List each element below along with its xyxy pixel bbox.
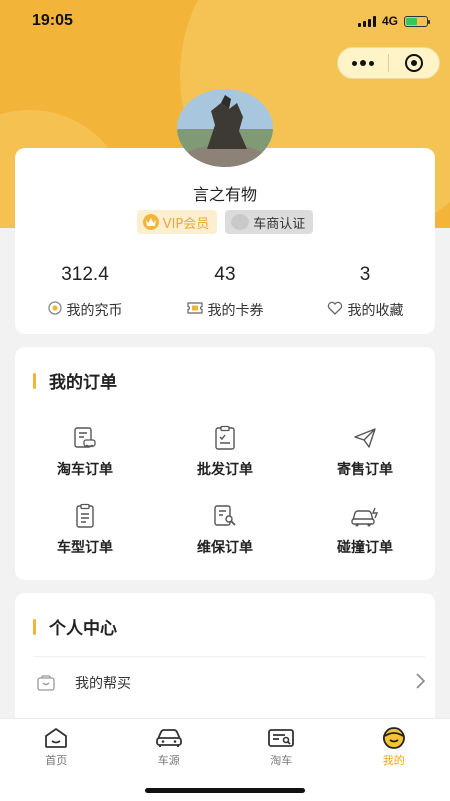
- cart-icon: [33, 675, 75, 691]
- home-icon: [44, 725, 68, 751]
- ticket-icon: [187, 302, 203, 318]
- order-item-label: 寄售订单: [337, 459, 393, 479]
- signal-icon: [358, 16, 376, 27]
- order-item-label: 车型订单: [57, 537, 113, 557]
- vip-badge-label: VIP会员: [163, 213, 210, 232]
- status-time: 19:05: [32, 12, 73, 30]
- tab-find-car[interactable]: 淘车: [225, 725, 338, 775]
- list-item-my-purchase[interactable]: 我的帮买: [33, 656, 425, 709]
- clipboard-icon: [72, 501, 98, 531]
- orders-title: 我的订单: [49, 368, 117, 393]
- order-item-label: 批发订单: [197, 459, 253, 479]
- coupons-value: 43: [155, 264, 295, 288]
- personal-section-title: 个人中心: [33, 614, 117, 639]
- stat-favorites[interactable]: 3 我的收藏: [295, 264, 435, 320]
- tab-label: 车源: [158, 752, 180, 768]
- car-icon: [155, 725, 183, 751]
- bottom-tab-bar: 首页 车源 淘车 我的: [0, 718, 450, 801]
- dealer-badge-label: 车商认证: [253, 213, 305, 232]
- coupons-label: 我的卡券: [208, 300, 264, 320]
- battery-icon: [404, 16, 428, 27]
- vip-badge[interactable]: VIP会员: [137, 210, 218, 234]
- order-item-model[interactable]: 车型订单: [15, 501, 155, 561]
- order-item-label: 碰撞订单: [337, 537, 393, 557]
- order-item-consign[interactable]: 寄售订单: [295, 423, 435, 483]
- search-car-icon: [267, 725, 295, 751]
- dealer-verify-badge[interactable]: 车商认证: [225, 210, 313, 234]
- title-accent-bar: [33, 373, 36, 389]
- close-mini-program-icon[interactable]: [389, 54, 439, 72]
- avatar[interactable]: [177, 89, 273, 167]
- status-bar: 19:05 4G: [0, 0, 450, 44]
- stat-coupons[interactable]: 43 我的卡券: [155, 264, 295, 320]
- order-item-label: 淘车订单: [57, 459, 113, 479]
- maintenance-icon: [212, 501, 238, 531]
- home-indicator: [145, 788, 305, 793]
- order-item-maintenance[interactable]: 维保订单: [155, 501, 295, 561]
- mini-program-capsule: [337, 47, 440, 79]
- favorites-label: 我的收藏: [348, 300, 404, 320]
- heart-icon: [327, 301, 343, 319]
- profile-icon: [381, 725, 407, 751]
- tab-mine[interactable]: 我的: [338, 725, 450, 775]
- tab-car-source[interactable]: 车源: [113, 725, 226, 775]
- title-accent-bar: [33, 619, 36, 635]
- wholesale-order-icon: [212, 423, 238, 453]
- order-item-collision[interactable]: 碰撞订单: [295, 501, 435, 561]
- personal-title: 个人中心: [49, 614, 117, 639]
- send-icon: [352, 423, 378, 453]
- username: 言之有物: [15, 181, 435, 205]
- profile-card: 言之有物 VIP会员 车商认证 312.4 我的究币 43: [15, 148, 435, 334]
- orders-card: 我的订单 淘车订单 批发订单 寄售订单 车型订单: [15, 347, 435, 580]
- coins-label: 我的究币: [67, 300, 123, 320]
- car-order-icon: [72, 423, 98, 453]
- list-item-label: 我的帮买: [75, 673, 415, 693]
- stat-coins[interactable]: 312.4 我的究币: [15, 264, 155, 320]
- tab-label: 我的: [383, 752, 405, 768]
- favorites-value: 3: [295, 264, 435, 288]
- order-item-wholesale[interactable]: 批发订单: [155, 423, 295, 483]
- order-item-car[interactable]: 淘车订单: [15, 423, 155, 483]
- collision-icon: [350, 501, 380, 531]
- tab-label: 首页: [45, 752, 67, 768]
- orders-section-title: 我的订单: [33, 368, 117, 393]
- chevron-right-icon: [415, 673, 425, 693]
- tab-home[interactable]: 首页: [0, 725, 113, 775]
- order-item-label: 维保订单: [197, 537, 253, 557]
- coins-value: 312.4: [15, 264, 155, 288]
- verify-icon: [231, 214, 249, 230]
- network-label: 4G: [382, 14, 398, 28]
- more-menu-icon[interactable]: [338, 60, 388, 66]
- coin-icon: [48, 301, 62, 319]
- tab-label: 淘车: [270, 752, 292, 768]
- crown-icon: [143, 214, 159, 230]
